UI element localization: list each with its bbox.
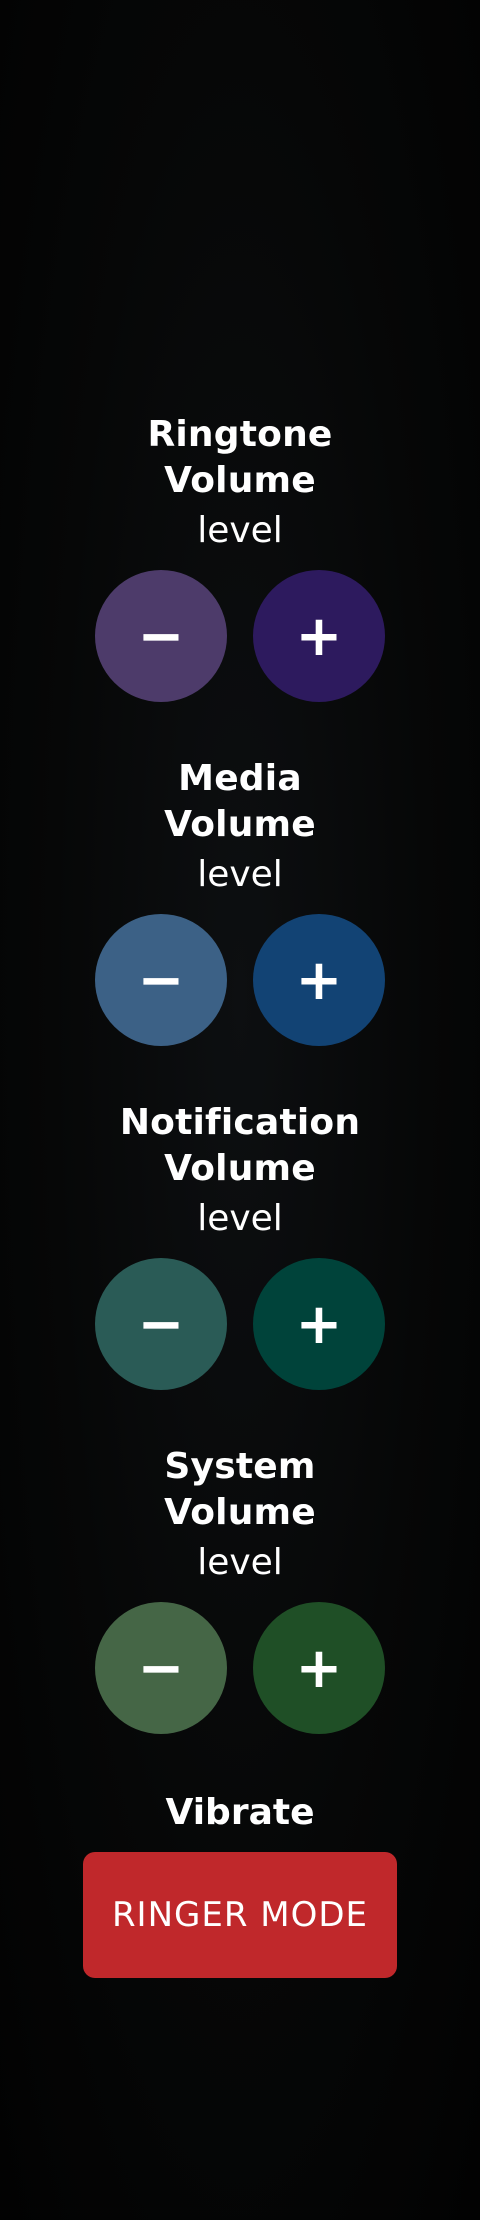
system-volume-buttons: − +: [95, 1602, 385, 1734]
notification-volume-buttons: − +: [95, 1258, 385, 1390]
notification-volume-up-button[interactable]: +: [253, 1258, 385, 1390]
ringtone-volume-buttons: − +: [95, 570, 385, 702]
notification-volume-title: Notification Volume: [119, 1102, 361, 1189]
system-volume-down-button[interactable]: −: [95, 1602, 227, 1734]
media-volume-buttons: − +: [95, 914, 385, 1046]
notification-volume-down-button[interactable]: −: [95, 1258, 227, 1390]
media-volume-group: Media Volume level − +: [0, 756, 480, 1046]
vibrate-title: Vibrate: [165, 1792, 315, 1833]
system-volume-level: level: [197, 1542, 283, 1583]
media-volume-level: level: [197, 854, 283, 895]
notification-volume-group: Notification Volume level − +: [0, 1100, 480, 1390]
media-volume-down-button[interactable]: −: [95, 914, 227, 1046]
ringtone-volume-down-button[interactable]: −: [95, 570, 227, 702]
system-volume-up-button[interactable]: +: [253, 1602, 385, 1734]
ringtone-volume-title: Ringtone Volume: [147, 414, 333, 501]
system-volume-title: System Volume: [164, 1446, 316, 1533]
ringer-mode-button[interactable]: RINGER MODE: [83, 1852, 397, 1978]
ringtone-volume-up-button[interactable]: +: [253, 570, 385, 702]
volume-panel: Ringtone Volume level − + Media Volume l…: [0, 412, 480, 1978]
ringtone-volume-group: Ringtone Volume level − +: [0, 412, 480, 702]
media-volume-up-button[interactable]: +: [253, 914, 385, 1046]
system-volume-group: System Volume level − +: [0, 1444, 480, 1734]
ringtone-volume-level: level: [197, 510, 283, 551]
media-volume-title: Media Volume: [164, 758, 316, 845]
notification-volume-level: level: [197, 1198, 283, 1239]
